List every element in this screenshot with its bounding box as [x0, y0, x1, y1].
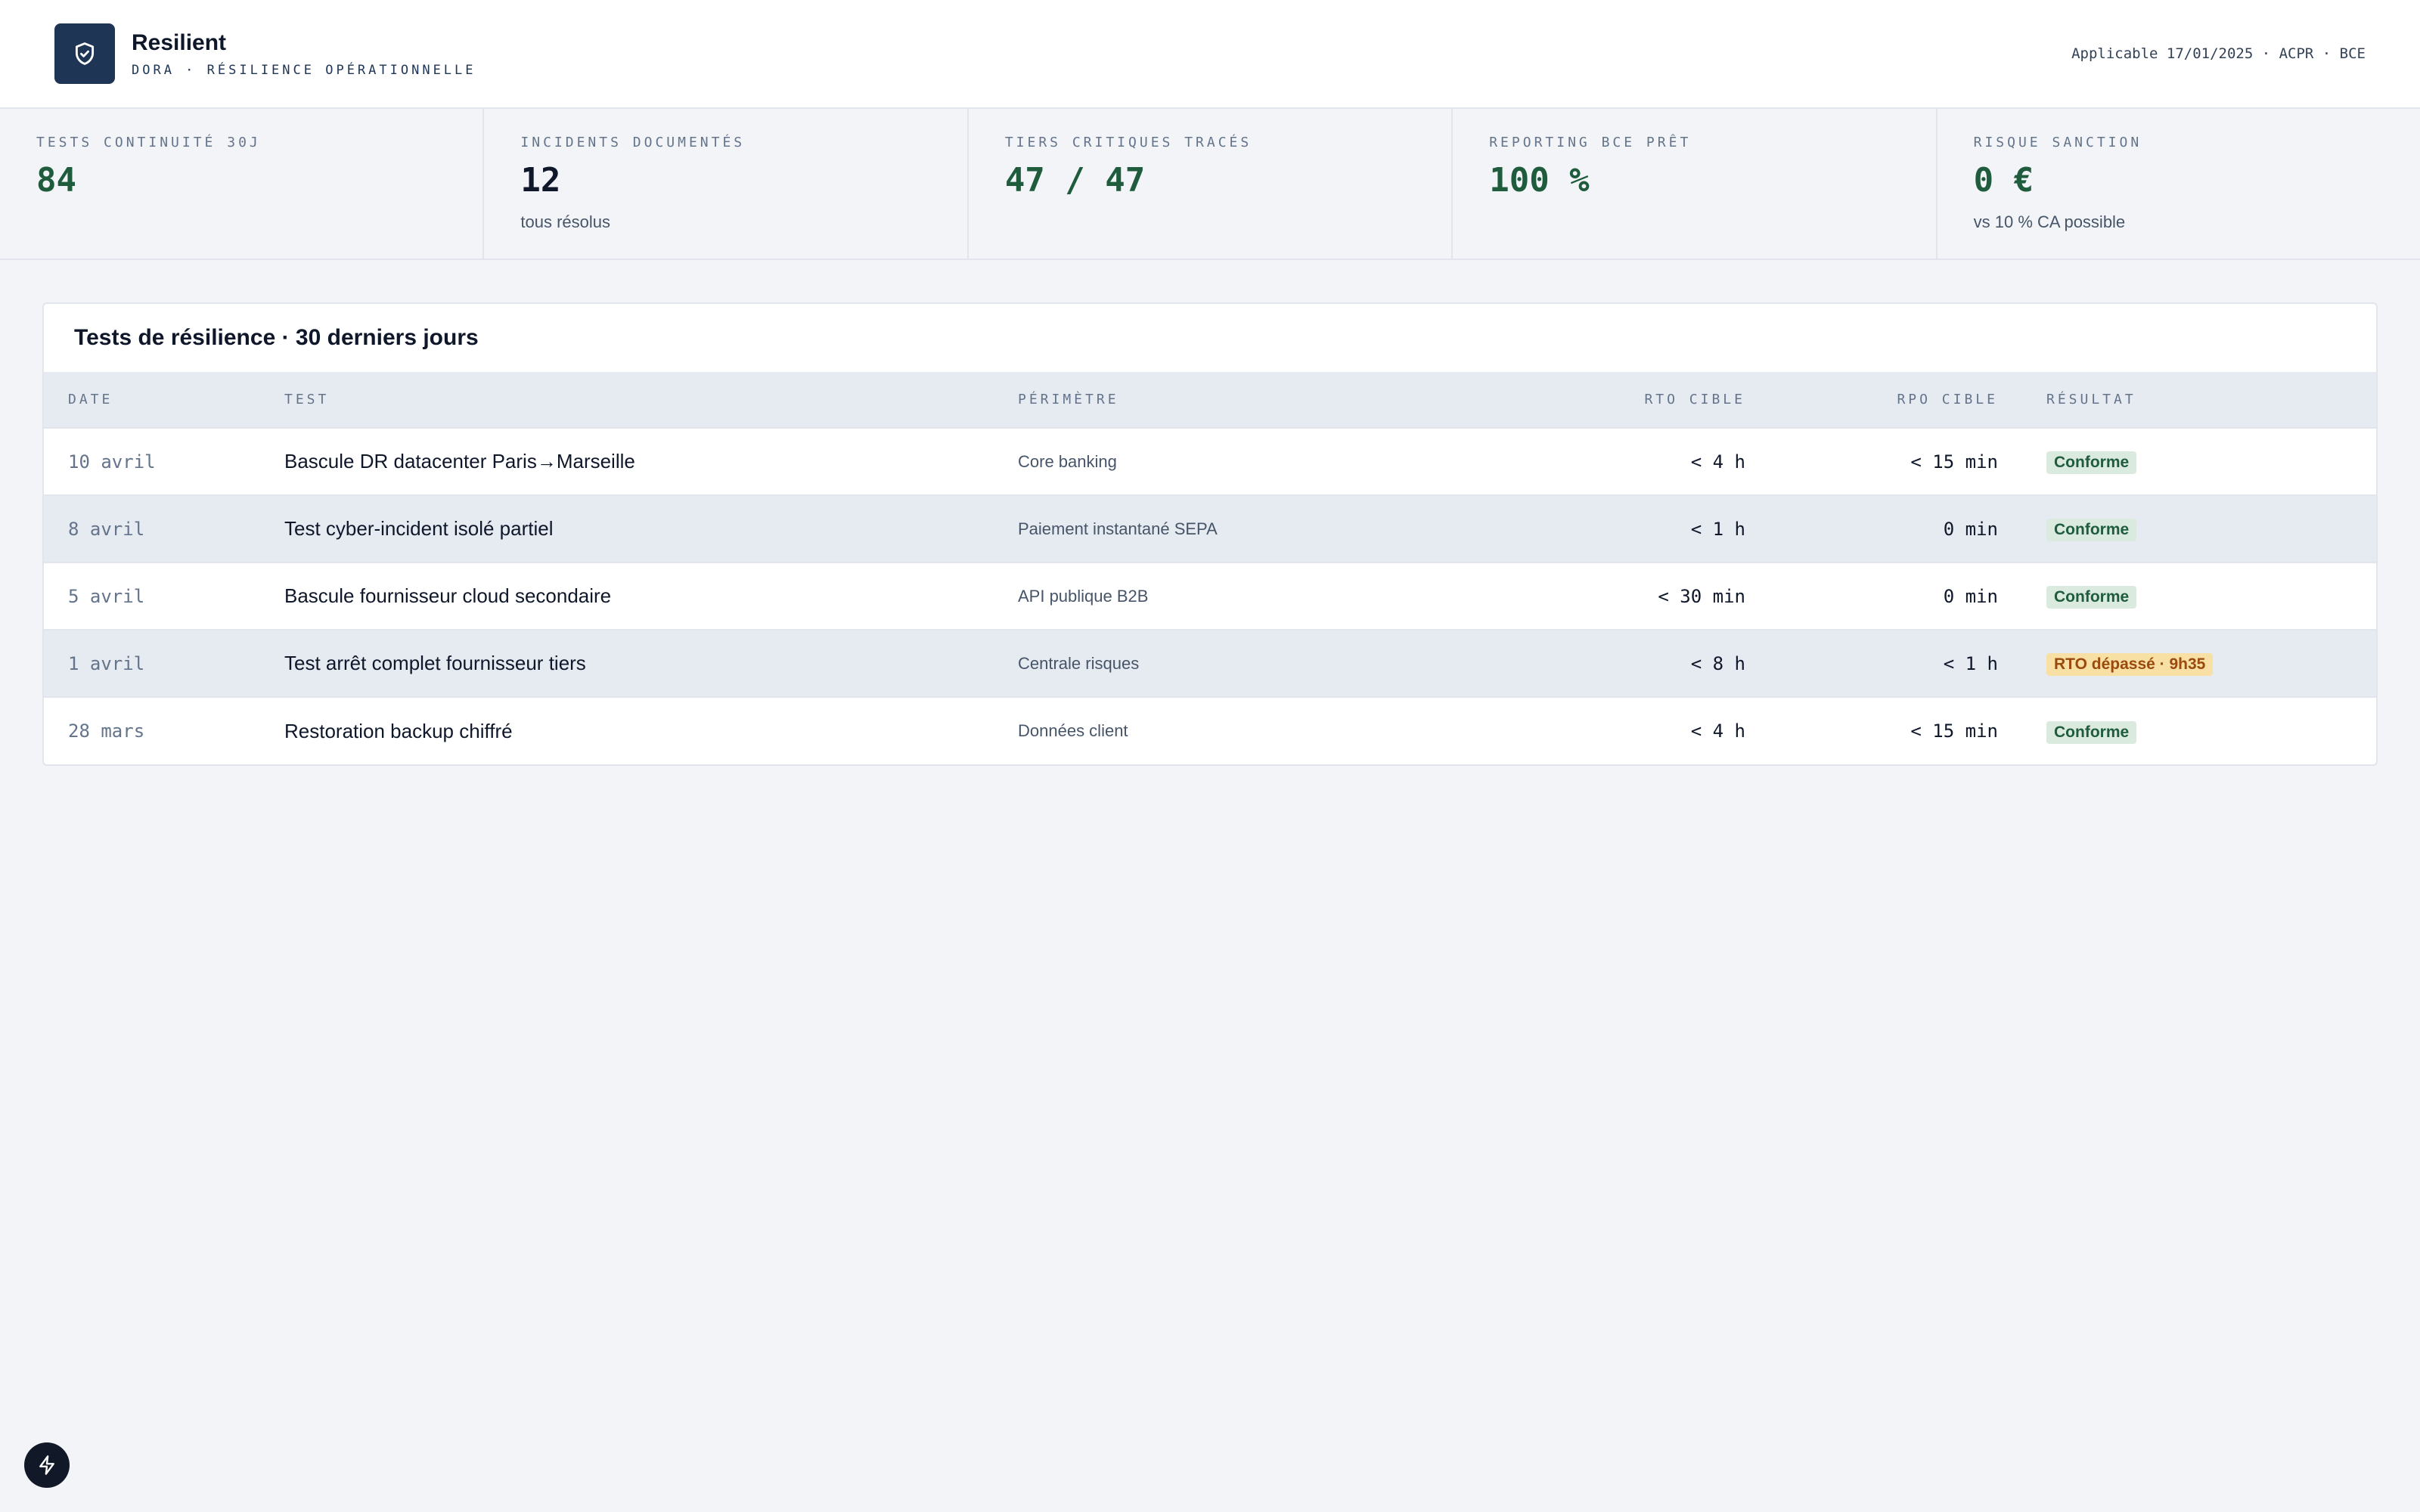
cell-rpo: < 15 min: [1910, 451, 1998, 472]
kpi-incidents: INCIDENTS DOCUMENTÉS 12 tous résolus: [484, 109, 969, 259]
cell-result: RTO dépassé · 9h35: [1998, 630, 2376, 697]
column-header-rpo: RPO CIBLE: [1897, 392, 1998, 407]
cell-date: 5 avril: [68, 585, 145, 607]
table-row[interactable]: 5 avril Bascule fournisseur cloud second…: [44, 562, 2376, 630]
column-header-result: RÉSULTAT: [2046, 392, 2136, 407]
cell-scope: Paiement instantané SEPA: [1018, 519, 1218, 538]
kpi-value: 100 %: [1489, 161, 1590, 200]
status-badge: Conforme: [2046, 586, 2137, 609]
cell-test: Test arrêt complet fournisseur tiers: [284, 652, 586, 674]
kpi-label: TESTS CONTINUITÉ 30J: [36, 135, 261, 150]
kpi-risque-sanction: RISQUE SANCTION 0 € vs 10 % CA possible: [1938, 109, 2420, 259]
cell-result: Conforme: [1998, 562, 2376, 630]
kpi-value: 47 / 47: [1004, 161, 1146, 200]
cell-scope: Données client: [1018, 721, 1128, 740]
kpi-tests-continuite: TESTS CONTINUITÉ 30J 84: [0, 109, 485, 259]
cell-test: Bascule fournisseur cloud secondaire: [284, 584, 612, 607]
kpi-label: REPORTING BCE PRÊT: [1489, 135, 1692, 150]
cell-rpo: < 1 h: [1943, 652, 1998, 674]
resilience-tests-card: Tests de résilience · 30 derniers jours …: [42, 302, 2378, 766]
table-row[interactable]: 28 mars Restoration backup chiffré Donné…: [44, 697, 2376, 764]
table-row[interactable]: 10 avril Bascule DR datacenter Paris→Mar…: [44, 428, 2376, 495]
kpi-label: INCIDENTS DOCUMENTÉS: [520, 135, 746, 150]
column-header-date: DATE: [68, 392, 113, 407]
column-header-test: TEST: [284, 392, 330, 407]
cell-date: 8 avril: [68, 518, 145, 540]
cell-date: 1 avril: [68, 652, 145, 674]
column-header-rto: RTO CIBLE: [1644, 392, 1745, 407]
cell-result: Conforme: [1998, 428, 2376, 495]
cell-rto: < 4 h: [1690, 720, 1745, 742]
kpi-reporting-bce: REPORTING BCE PRÊT 100 %: [1453, 109, 1938, 259]
card-title: Tests de résilience · 30 derniers jours: [74, 325, 479, 350]
cell-rpo: 0 min: [1943, 518, 1998, 540]
table-header-row: DATE TEST PÉRIMÈTRE RTO CIBLE RPO CIBLE …: [44, 372, 2376, 428]
kpi-value: 84: [36, 161, 76, 200]
cell-rpo: < 15 min: [1910, 720, 1998, 742]
cell-test: Bascule DR datacenter Paris→Marseille: [284, 450, 635, 472]
regulation-meta: Applicable 17/01/2025 · ACPR · BCE: [2071, 45, 2366, 62]
status-badge: Conforme: [2046, 451, 2137, 474]
kpi-note: tous résolus: [520, 212, 611, 231]
cell-rto: < 30 min: [1658, 585, 1745, 607]
cell-result: Conforme: [1998, 697, 2376, 764]
brand: Resilient DORA · RÉSILIENCE OPÉRATIONNEL…: [54, 23, 476, 84]
kpi-note: vs 10 % CA possible: [1973, 212, 2126, 231]
shield-check-icon: [54, 23, 115, 84]
cell-scope: Centrale risques: [1018, 653, 1140, 673]
cell-scope: API publique B2B: [1018, 586, 1149, 606]
cell-date: 10 avril: [68, 451, 156, 472]
kpi-tiers-critiques: TIERS CRITIQUES TRACÉS 47 / 47: [969, 109, 1454, 259]
column-header-scope: PÉRIMÈTRE: [1018, 392, 1119, 407]
app-header: Resilient DORA · RÉSILIENCE OPÉRATIONNEL…: [0, 0, 2420, 109]
cell-scope: Core banking: [1018, 451, 1117, 471]
table-row[interactable]: 8 avril Test cyber-incident isolé partie…: [44, 495, 2376, 562]
app-subtitle: DORA · RÉSILIENCE OPÉRATIONNELLE: [132, 63, 476, 78]
status-badge: Conforme: [2046, 519, 2137, 541]
kpi-strip: TESTS CONTINUITÉ 30J 84 INCIDENTS DOCUME…: [0, 109, 2420, 260]
cell-rto: < 4 h: [1690, 451, 1745, 472]
cell-rto: < 1 h: [1690, 518, 1745, 540]
kpi-value: 12: [520, 161, 561, 200]
cell-rto: < 8 h: [1690, 652, 1745, 674]
table-row[interactable]: 1 avril Test arrêt complet fournisseur t…: [44, 630, 2376, 697]
cell-result: Conforme: [1998, 495, 2376, 562]
cell-date: 28 mars: [68, 720, 145, 742]
status-badge: Conforme: [2046, 720, 2137, 744]
kpi-label: RISQUE SANCTION: [1973, 135, 2142, 150]
kpi-label: TIERS CRITIQUES TRACÉS: [1004, 135, 1252, 150]
status-badge-warning: RTO dépassé · 9h35: [2046, 653, 2214, 676]
cell-test: Restoration backup chiffré: [284, 719, 513, 742]
cell-test: Test cyber-incident isolé partiel: [284, 517, 554, 540]
kpi-value: 0 €: [1973, 161, 2034, 200]
cell-rpo: 0 min: [1943, 585, 1998, 607]
resilience-tests-table: DATE TEST PÉRIMÈTRE RTO CIBLE RPO CIBLE …: [44, 372, 2376, 764]
lightning-icon[interactable]: [24, 1442, 70, 1488]
app-title: Resilient: [132, 30, 227, 55]
